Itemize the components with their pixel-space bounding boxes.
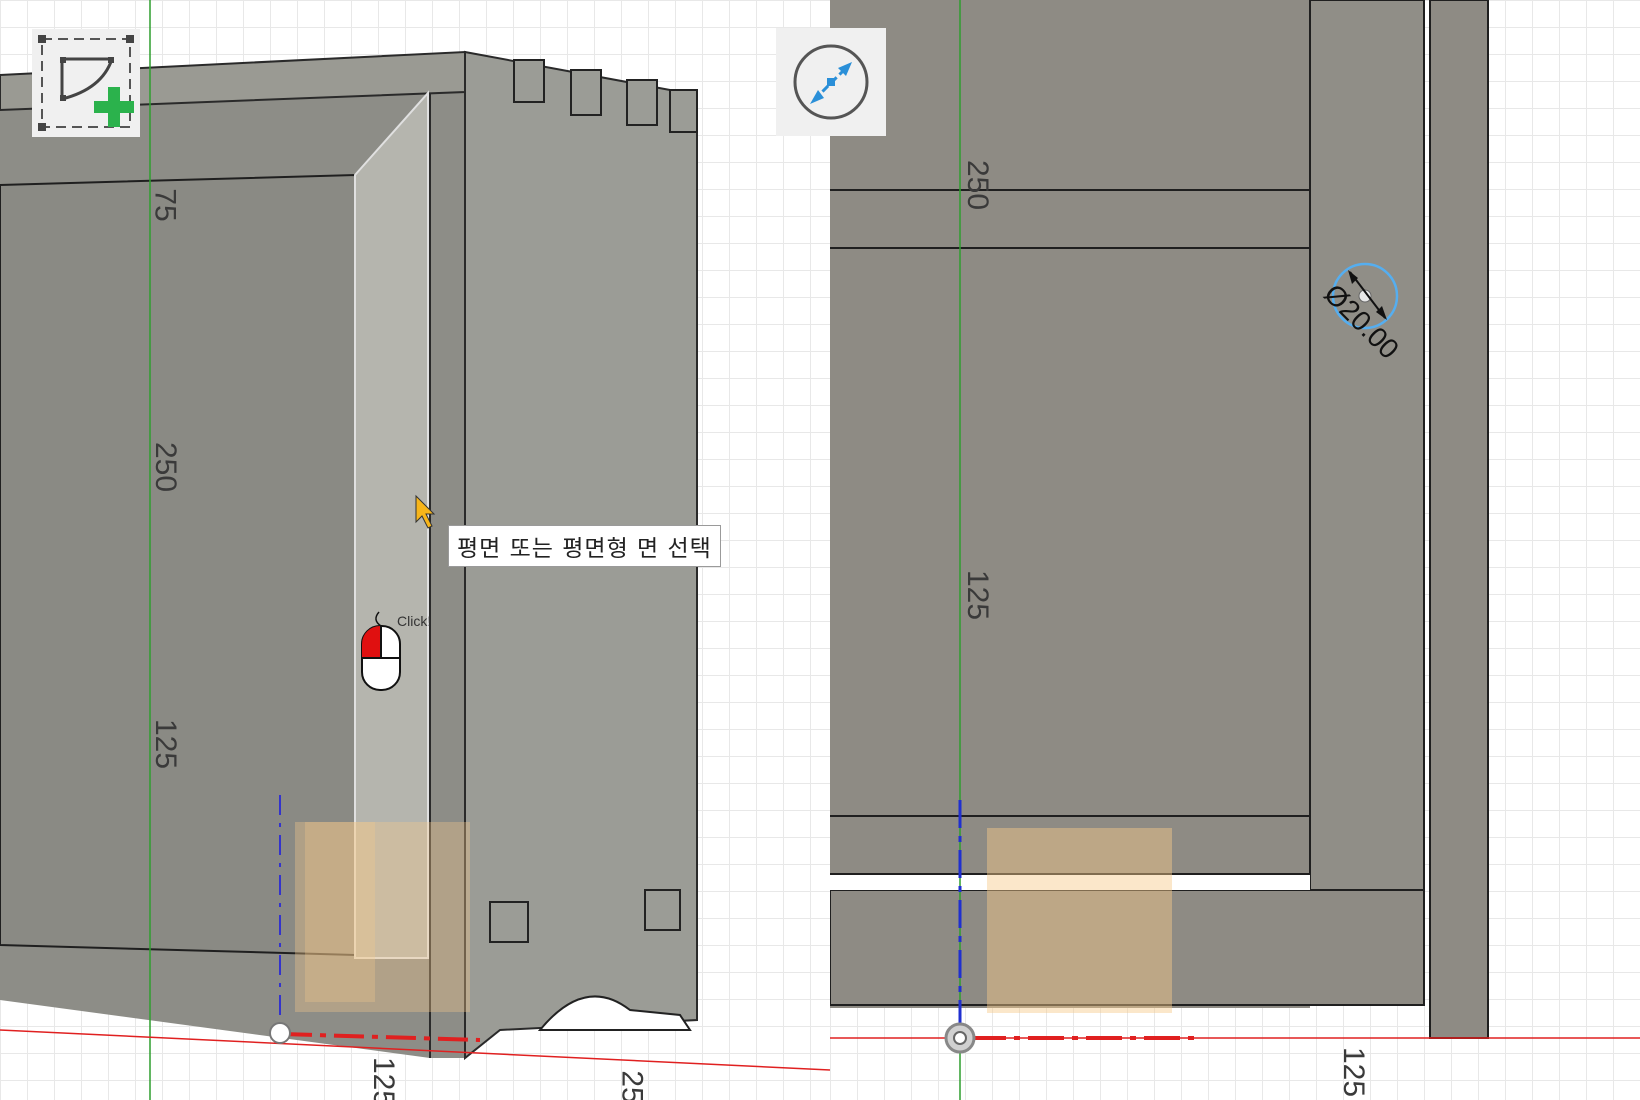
dimension-125: 125: [961, 569, 995, 621]
dimension-250: 250: [961, 159, 995, 211]
end-post: [1429, 0, 1489, 1039]
dimension-125: 125: [149, 718, 183, 770]
dimension-250: 250: [149, 441, 183, 493]
left-viewport[interactable]: 75 250 125 125 25 평면 또는 평면형 면 선택 Click!: [0, 0, 830, 1100]
create-sketch-icon: [38, 35, 134, 131]
selection-highlight: [305, 822, 375, 1002]
sketch-dimension-button[interactable]: [776, 28, 886, 136]
dimension-bottom-250: 25: [615, 1070, 649, 1100]
right-viewport[interactable]: 250 125 125 Ø20.00: [830, 0, 1640, 1100]
model-scene-2d[interactable]: [830, 0, 1640, 1100]
click-hint-label: Click!: [397, 613, 432, 629]
notch: [626, 79, 658, 126]
origin-point: [269, 1022, 291, 1044]
dimension-75: 75: [148, 188, 182, 222]
notch: [513, 59, 545, 103]
dimension-bottom-125: 125: [1337, 1046, 1371, 1098]
notch: [669, 89, 698, 133]
notch: [570, 69, 602, 116]
vertical-post: [1309, 0, 1425, 891]
create-sketch-button[interactable]: [32, 29, 140, 137]
selection-tooltip: 평면 또는 평면형 면 선택: [448, 525, 721, 567]
selection-highlight: [987, 828, 1172, 1013]
dimension-bottom-125: 125: [367, 1056, 401, 1100]
sketch-dimension-icon: [793, 44, 869, 120]
